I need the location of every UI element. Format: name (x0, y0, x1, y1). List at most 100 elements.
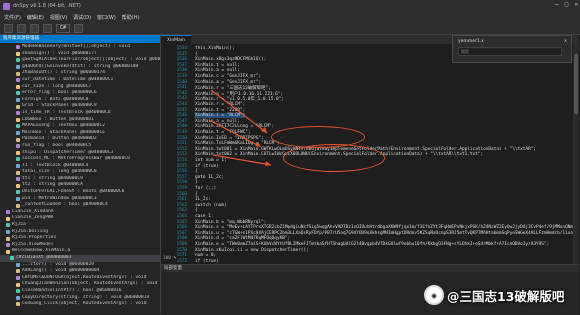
tree-item[interactable]: CBYQMxl&OONTOGR(bject,RoutedEventArgs) :… (0, 275, 160, 282)
tree-item[interactable]: LianJie_XinBanA (0, 209, 160, 216)
title-bar: dnSpy v6.1.8 (64-bit, .NET) – □ ✕ (0, 0, 580, 12)
editor-scrollbar[interactable] (573, 44, 579, 264)
member-icon (16, 170, 20, 175)
tree-item-label: total_size : long @040000C8 (22, 169, 97, 175)
tree-item[interactable]: Grid : StackPanel @040000C9 (0, 103, 160, 110)
line-number: 1555 (176, 163, 187, 169)
menu-view[interactable]: 视图(V) (50, 14, 67, 21)
tree-item-label: win : MetroWindow @040000C3 (22, 195, 97, 201)
tree-item[interactable]: win : MetroWindow @040000C3 (0, 196, 160, 203)
save-icon[interactable] (43, 23, 52, 33)
tree-item-label: ZhuBaoIDt() : string @06000174 (22, 70, 105, 76)
tree-item[interactable]: ModeBeBaseeary(UnitSet[];object) : void (0, 44, 160, 51)
tree-item[interactable]: run_flag : bool @040000C5 (0, 143, 160, 150)
tree-item[interactable]: skemaign() : void @06000177 (0, 51, 160, 58)
member-icon (16, 71, 20, 76)
line-number: 1566 (176, 225, 187, 231)
tree-item[interactable]: g$aU6h$[[GnInvoke($tst) : string @060001… (0, 64, 160, 71)
start-debug-icon[interactable] (74, 23, 84, 33)
toolbar: C# (0, 22, 580, 35)
tree-item[interactable]: LianJie_ZengPWA (0, 215, 160, 222)
tree-item[interactable]: CopyDirectory(string, string) : void @06… (0, 295, 160, 302)
code-line: XinMain.a = null; (195, 68, 240, 74)
tree-item[interactable]: cur_datetime : DateTime @040000C1 (0, 77, 160, 84)
tree-item[interactable]: Foreign : Bats @040000CB (0, 97, 160, 104)
tree-item[interactable]: c#ZiBianXt @00000003 (0, 255, 160, 262)
zoom-level[interactable]: 100 % (161, 256, 179, 261)
line-number: 1560 (176, 191, 187, 197)
tree-item[interactable]: ZhuBaoIDt() : string @06000174 (0, 70, 160, 77)
maximize-icon[interactable]: □ (565, 1, 569, 8)
close-icon[interactable]: ✕ (564, 38, 567, 44)
tree-item[interactable]: success_ML : MetroProgressBar @040000C0 (0, 156, 160, 163)
tree-item[interactable]: CloseHandle(IntPtr) : bool @06000016 (0, 288, 160, 295)
tree-item[interactable]: MainBox : StackPanel @040000CE (0, 130, 160, 137)
tab-xinmain[interactable]: XinMain (161, 35, 191, 44)
tree-item-label: MAPAEaseng : TextBox @040000C2 (22, 123, 105, 129)
back-icon[interactable] (4, 23, 13, 33)
tree-item[interactable]: MAPAEaseng : TextBox @040000C2 (0, 123, 160, 130)
tree-item[interactable]: RjJ5a.Properties (0, 235, 160, 242)
line-number: 1561 (176, 197, 187, 203)
menu-edit[interactable]: 编辑(E) (27, 14, 44, 21)
tree-item[interactable]: ChuangJianWenJian(Object, RoutedEventArg… (0, 281, 160, 288)
tree-item-label: WelcomeDemo.XinMain.a (12, 248, 71, 254)
line-number: 1559 (176, 186, 187, 191)
language-select[interactable]: C# (56, 23, 71, 33)
tree-item[interactable]: error_flag : bool @040000C6 (0, 90, 160, 97)
tree-item[interactable]: shipu : DispatcherTimer @040000C3 (0, 150, 160, 157)
code-line: switch (num) (195, 202, 227, 208)
assembly-explorer: 程序集资源管理器 ModeBeBaseeary(UnitSet[];object… (0, 35, 161, 314)
tree-item-label: RjJ5a.Properties (12, 235, 57, 241)
tree-item[interactable]: CunGang_Click(object, RoutedEventArgs) :… (0, 301, 160, 308)
tree-item[interactable]: Pacmanid : Button @040000D2 (0, 136, 160, 143)
tree-item[interactable]: T1 : TextBlock @040000C4 (0, 163, 160, 170)
tree-item-label: MainBox : StackPanel @040000CE (22, 129, 105, 135)
tree-item[interactable]: RjJ5a (0, 222, 160, 229)
tree-item[interactable]: RjJ5a.boiling (0, 229, 160, 236)
tree-item[interactable]: AddLang() : void @0600000004 (0, 268, 160, 275)
tree-item-label: ...ctor() : void @06000029 (22, 261, 94, 267)
tree-item-label: skemaign() : void @06000177 (22, 50, 97, 56)
tree-item[interactable]: WelcomeDemo.XinMain.a (0, 248, 160, 255)
tree-item[interactable]: cur_size : long @040000C7 (0, 84, 160, 91)
tree-item-label: CloseHandle(IntPtr) : bool @06000016 (22, 287, 122, 293)
tree-item[interactable]: RjJ5a.ViewModel (0, 242, 160, 249)
tree-item-label: success_ML : MetroProgressBar @040000C0 (22, 156, 130, 162)
tree-item[interactable]: _contentLoaded : bool @040000C4 (0, 202, 160, 209)
minimize-icon[interactable]: – (555, 1, 559, 8)
menu-window[interactable]: 窗口(W) (97, 14, 116, 21)
line-number: 1563 (176, 208, 187, 214)
member-icon (16, 302, 20, 307)
menu-file[interactable]: 文件(F) (4, 14, 21, 21)
tree-item[interactable]: tt1 : string @040000C9 (0, 176, 160, 183)
member-icon (6, 216, 10, 221)
code-line: { (195, 191, 198, 197)
line-number: 1549 (176, 130, 187, 135)
member-icon (16, 203, 20, 208)
member-icon (16, 78, 20, 83)
tree-item[interactable]: gSetSgRiAlDeClearFiar/object[];object) :… (0, 57, 160, 64)
menu-debug[interactable]: 调试(D) (73, 14, 91, 21)
tree-item[interactable]: LOGWBox : Button @040000D1 (0, 117, 160, 124)
watermark-text: @三国志13破解版吧 (447, 288, 565, 304)
line-number: 1544 (176, 102, 187, 107)
line-number: 1551 (176, 141, 187, 147)
tree-item[interactable]: total_size : long @040000C8 (0, 169, 160, 176)
menu-help[interactable]: 帮助(H) (122, 14, 140, 21)
tree-item-label: tt2 : string @040000CA (22, 182, 83, 188)
tree-item[interactable]: ...ctor() : void @06000029 (0, 262, 160, 269)
open-icon[interactable] (30, 23, 39, 33)
tree-item[interactable]: tt2 : string @040000CA (0, 182, 160, 189)
scrollbar-thumb[interactable] (574, 54, 578, 114)
member-icon (16, 295, 20, 300)
member-icon (16, 276, 20, 281)
forward-icon[interactable] (17, 23, 26, 33)
close-icon[interactable]: ✕ (574, 1, 578, 8)
line-number: 1569 (176, 242, 187, 247)
search-input[interactable]: 搜索 (458, 47, 562, 56)
code-line: XinMain.d = "ca2FlWtMd7KqMFQqQqyKB"; (195, 236, 291, 242)
tree-item[interactable]: is_time_TR : TextBlock @040000CD (0, 110, 160, 117)
tree-item[interactable]: UnitGPFUTEAI,FOneSt : Beats @040000C6 (0, 189, 160, 196)
line-number: 1536 (176, 57, 187, 63)
